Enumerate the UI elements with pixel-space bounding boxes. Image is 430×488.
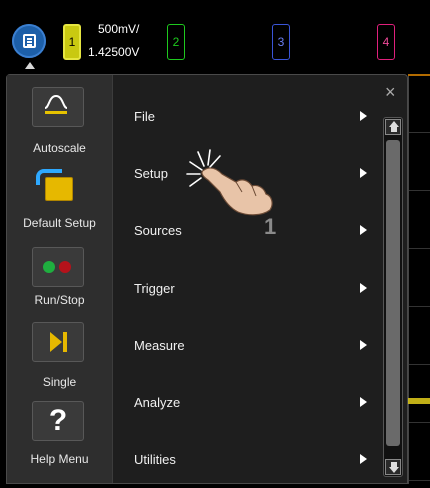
menu-item-analyze[interactable]: Analyze — [112, 375, 382, 431]
waveform-display — [408, 74, 430, 484]
ch1-offset: 1.42500V — [88, 45, 140, 59]
autoscale-button[interactable] — [32, 87, 84, 127]
main-menu-panel: Autoscale Default Setup Run/Stop Single … — [6, 74, 408, 484]
step-number-label: 1 — [264, 214, 277, 239]
single-bar-icon — [63, 332, 67, 352]
menu-item-file[interactable]: File — [112, 89, 382, 145]
main-menu-button[interactable] — [12, 24, 46, 58]
submenu-arrow-icon — [360, 168, 367, 178]
single-label: Single — [42, 375, 77, 389]
help-menu-button[interactable]: ? — [32, 401, 84, 441]
single-button[interactable] — [32, 322, 84, 362]
run-stop-button[interactable] — [32, 247, 84, 287]
default-setup-arrow-icon — [36, 169, 62, 185]
submenu-arrow-icon — [360, 454, 367, 464]
scroll-up-icon[interactable] — [385, 119, 401, 135]
channel-bar: 1 500mV/ 1.42500V 2 3 4 — [0, 0, 430, 74]
autoscale-icon — [44, 94, 68, 114]
tap-hand-icon — [186, 149, 273, 216]
stop-indicator-icon — [59, 261, 71, 273]
menu-item-utilities[interactable]: Utilities — [112, 432, 382, 488]
scroll-thumb[interactable] — [386, 140, 400, 446]
run-indicator-icon — [43, 261, 55, 273]
sidebar: Autoscale Default Setup Run/Stop Single … — [7, 75, 113, 483]
channel-3-button[interactable]: 3 — [272, 24, 290, 60]
channel-2-button[interactable]: 2 — [167, 24, 185, 60]
channel-1-trace — [408, 398, 430, 404]
trigger-level-line — [408, 74, 430, 76]
scroll-down-icon[interactable] — [385, 459, 401, 475]
main-menu-icon — [22, 34, 36, 48]
menu-item-measure[interactable]: Measure — [112, 318, 382, 374]
help-icon: ? — [48, 404, 68, 437]
submenu-arrow-icon — [360, 283, 367, 293]
autoscale-label: Autoscale — [33, 141, 86, 155]
help-menu-label: Help Menu — [30, 452, 89, 466]
menu-open-caret-icon — [25, 62, 35, 69]
submenu-arrow-icon — [360, 225, 367, 235]
submenu-arrow-icon — [360, 397, 367, 407]
submenu-arrow-icon — [360, 111, 367, 121]
default-setup-label: Default Setup — [23, 216, 96, 230]
close-icon[interactable]: × — [385, 83, 396, 101]
ch1-scale: 500mV/ — [98, 22, 140, 36]
run-stop-label: Run/Stop — [34, 293, 85, 307]
channel-4-button[interactable]: 4 — [377, 24, 395, 60]
single-icon — [50, 332, 62, 352]
menu-scrollbar[interactable] — [383, 117, 403, 477]
menu-item-trigger[interactable]: Trigger — [112, 261, 382, 317]
default-setup-button[interactable] — [32, 167, 84, 207]
submenu-arrow-icon — [360, 340, 367, 350]
channel-1-button[interactable]: 1 — [63, 24, 81, 60]
